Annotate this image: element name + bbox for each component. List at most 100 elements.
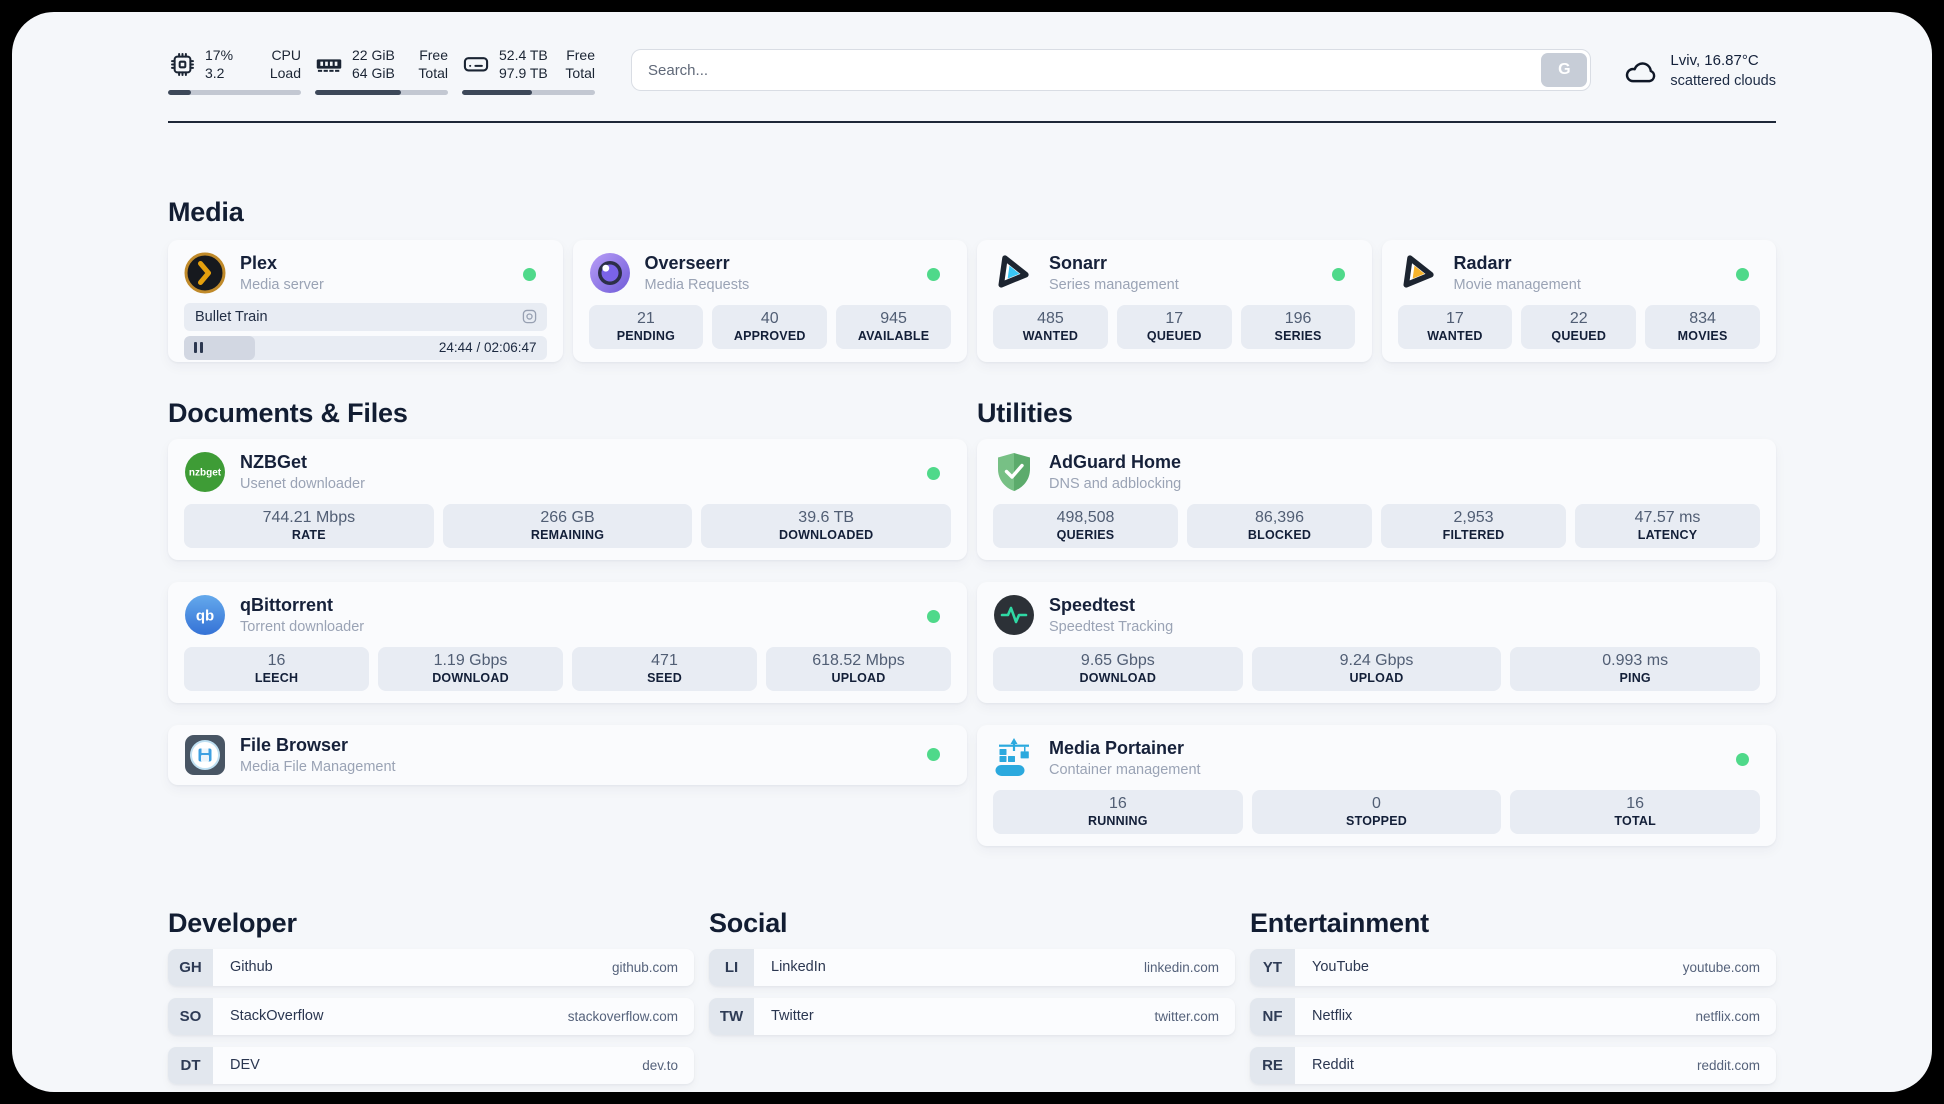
cloud-icon <box>1623 55 1659 85</box>
status-dot <box>522 267 536 281</box>
app-subtitle: Media server <box>240 277 324 294</box>
search-input[interactable] <box>631 49 1592 92</box>
nzbget-card[interactable]: nzbget NZBGet Usenet downloader 744.21 M… <box>168 438 967 560</box>
filebrowser-card[interactable]: File Browser Media File Management <box>168 724 967 785</box>
stat-seed: 471 SEED <box>572 646 757 691</box>
plex-icon <box>184 252 226 294</box>
stat-downloaded: 39.6 TB DOWNLOADED <box>701 503 952 548</box>
memory-icon <box>315 50 343 78</box>
bookmark-name: Reddit <box>1312 1057 1354 1074</box>
bookmark-dev[interactable]: DT DEV dev.to <box>168 1046 694 1084</box>
bookmark-abbr: GH <box>168 948 213 986</box>
stat-wanted: 17 WANTED <box>1397 304 1513 349</box>
bookmark-name: Github <box>230 959 273 976</box>
section-documents: Documents & Files nzbget NZBGet Usenet d… <box>168 398 967 785</box>
stat-leech: 16 LEECH <box>184 646 369 691</box>
cpu-icon <box>168 50 196 78</box>
bookmark-twitter[interactable]: TW Twitter twitter.com <box>709 997 1235 1035</box>
app-title: AdGuard Home <box>1049 451 1182 472</box>
radarr-card[interactable]: Radarr Movie management 17 WANTED 22 QUEUE… <box>1381 239 1776 362</box>
stat-pending: 21 PENDING <box>588 304 704 349</box>
bookmark-url: stackoverflow.com <box>567 1008 678 1024</box>
bookmark-github[interactable]: GH Github github.com <box>168 948 694 986</box>
weather-widget: Lviv, 16.87°C scattered clouds <box>1623 50 1776 91</box>
cpu-progress-fill <box>168 89 191 95</box>
bookmark-stackoverflow[interactable]: SO StackOverflow stackoverflow.com <box>168 997 694 1035</box>
bookmark-name: Netflix <box>1312 1008 1353 1025</box>
portainer-icon <box>993 737 1035 779</box>
bookmark-youtube[interactable]: YT YouTube youtube.com <box>1250 948 1776 986</box>
bookmark-url: github.com <box>611 959 678 975</box>
adguard-icon <box>993 451 1035 493</box>
bookmark-abbr: NF <box>1250 997 1295 1035</box>
bookmark-name: Twitter <box>771 1008 814 1025</box>
section-title-developer: Developer <box>168 907 297 938</box>
bookmark-linkedin[interactable]: LI LinkedIn linkedin.com <box>709 948 1235 986</box>
section-title-social: Social <box>709 907 788 938</box>
app-subtitle: Media File Management <box>240 759 396 776</box>
section-title-entertainment: Entertainment <box>1250 907 1429 938</box>
bookmark-name: DEV <box>230 1057 260 1074</box>
section-media: Media Plex Media server Bullet Train 24:… <box>168 197 1776 362</box>
cpu-values: 17% 3.2 <box>205 47 234 82</box>
storage-labels: Free Total <box>565 47 595 82</box>
stat-movies: 834 MOVIES <box>1645 304 1760 349</box>
bookmark-url: netflix.com <box>1695 1008 1760 1024</box>
search-engine-button[interactable]: G <box>1541 53 1588 88</box>
portainer-card[interactable]: Media Portainer Container management 16 R… <box>977 724 1776 846</box>
section-social: Social LI LinkedIn linkedin.com TW Twitt… <box>709 908 1235 1084</box>
adguard-card[interactable]: AdGuard Home DNS and adblocking 498,508 Q… <box>977 438 1776 560</box>
bookmark-name: LinkedIn <box>771 959 826 976</box>
bookmark-reddit[interactable]: RE Reddit reddit.com <box>1250 1046 1776 1084</box>
memory-labels: Free Total <box>418 47 448 82</box>
memory-progress-fill <box>315 89 402 95</box>
sonarr-card[interactable]: Sonarr Series management 485 WANTED 17 QUE… <box>977 239 1372 362</box>
section-utilities: Utilities AdGuard Home DNS and adblockin… <box>977 398 1776 846</box>
status-dot <box>1736 752 1749 766</box>
stat-blocked: 86,396 BLOCKED <box>1187 503 1372 548</box>
bookmark-abbr: TW <box>709 997 754 1035</box>
stat-approved: 40 APPROVED <box>712 304 828 349</box>
bookmark-url: dev.to <box>642 1057 678 1073</box>
bookmark-name: StackOverflow <box>230 1008 324 1025</box>
app-subtitle: Usenet downloader <box>240 476 365 493</box>
bookmark-url: reddit.com <box>1696 1057 1760 1073</box>
app-title: qBittorrent <box>240 594 333 615</box>
bookmark-netflix[interactable]: NF Netflix netflix.com <box>1250 997 1776 1035</box>
speedtest-card[interactable]: Speedtest Speedtest Tracking 9.65 Gbps DO… <box>977 581 1776 703</box>
cpu-metric: 17% 3.2 CPU Load <box>168 46 301 95</box>
sonarr-icon <box>993 252 1035 294</box>
dashboard-panel: 17% 3.2 CPU Load 22 GiB 64 GiB Free Tota… <box>12 12 1932 1092</box>
qbittorrent-card[interactable]: qb qBittorrent Torrent downloader 16 LEEC… <box>168 581 967 703</box>
app-title: Speedtest <box>1049 594 1136 615</box>
app-subtitle: DNS and adblocking <box>1049 476 1182 493</box>
app-title: File Browser <box>240 734 349 755</box>
app-subtitle: Speedtest Tracking <box>1049 619 1174 636</box>
stat-latency: 47.57 ms LATENCY <box>1575 503 1760 548</box>
plex-card[interactable]: Plex Media server Bullet Train 24:44 / 0… <box>168 239 563 362</box>
app-title: Plex <box>240 252 278 273</box>
weather-condition: scattered clouds <box>1670 72 1776 89</box>
section-title-media: Media <box>168 196 244 227</box>
memory-values: 22 GiB 64 GiB <box>352 47 395 82</box>
cpu-progress-bar <box>168 89 301 95</box>
overseerr-card[interactable]: Overseerr Media Requests 21 PENDING 40 APP… <box>572 239 967 362</box>
stat-upload: 618.52 Mbps UPLOAD <box>766 646 951 691</box>
status-dot <box>1736 267 1749 281</box>
status-dot <box>927 466 940 480</box>
now-playing: Bullet Train 24:44 / 02:06:47 <box>184 302 547 360</box>
stat-download: 9.65 Gbps DOWNLOAD <box>993 646 1243 691</box>
bookmark-url: twitter.com <box>1154 1008 1219 1024</box>
bookmark-url: youtube.com <box>1682 959 1760 975</box>
storage-progress-bar <box>462 89 595 95</box>
stat-running: 16 RUNNING <box>993 789 1243 834</box>
overseerr-icon <box>589 252 631 294</box>
section-developer: Developer GH Github github.com SO StackO… <box>168 908 694 1084</box>
bookmark-abbr: LI <box>709 948 754 986</box>
weather-location-temp: Lviv, 16.87°C <box>1670 51 1759 69</box>
app-title: NZBGet <box>240 451 307 472</box>
section-title-utilities: Utilities <box>977 397 1073 428</box>
svg-text:nzbget: nzbget <box>189 467 222 478</box>
app-subtitle: Container management <box>1049 762 1201 779</box>
status-dot <box>1331 267 1345 281</box>
